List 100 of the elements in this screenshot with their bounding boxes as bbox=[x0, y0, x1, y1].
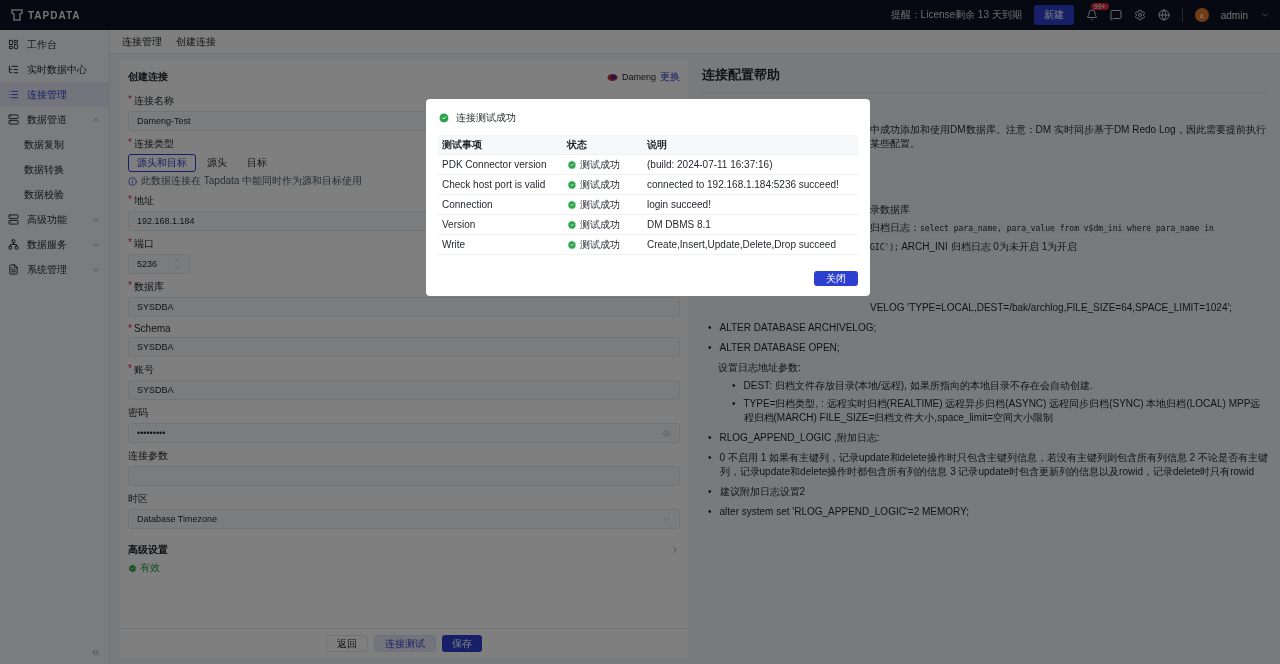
sidebar-item[interactable]: 系统管理 bbox=[0, 257, 109, 282]
server-icon bbox=[8, 214, 19, 225]
close-button[interactable]: 关闭 bbox=[814, 271, 858, 286]
port-field[interactable]: 5236 bbox=[128, 254, 190, 274]
sidebar-item[interactable]: 连接管理 bbox=[0, 82, 109, 107]
dashboard-icon bbox=[8, 39, 19, 50]
sidebar-subitem[interactable]: 数据复制 bbox=[0, 132, 109, 157]
table-cell-text: Connection bbox=[442, 199, 494, 210]
tree-icon bbox=[8, 64, 19, 75]
bullet-marker: • bbox=[708, 321, 712, 335]
required-mark: * bbox=[128, 363, 132, 376]
help-text: 建议附加日志设置2 bbox=[719, 485, 807, 499]
help-text: VELOG 'TYPE=LOCAL,DEST=/bak/archlog,FILE_SIZE=64,SPACE_LIMIT=1024'; bbox=[870, 301, 1234, 315]
breadcrumb-item[interactable]: 连接管理 bbox=[122, 34, 162, 49]
table-cell-text: (build: 2024-07-11 16:37:16) bbox=[647, 159, 774, 170]
column-header: 测试事项 bbox=[442, 137, 483, 152]
field-label: 地址 bbox=[133, 194, 154, 208]
table-cell-text: Write bbox=[442, 239, 467, 250]
eye-icon[interactable] bbox=[662, 428, 671, 438]
success-icon bbox=[438, 112, 450, 124]
help-text: 设置日志地址参数: bbox=[718, 361, 802, 375]
field-label: 时区 bbox=[128, 492, 148, 506]
status-text: 测试成功 bbox=[580, 217, 620, 232]
sidebar-item[interactable]: 实时数据中心 bbox=[0, 57, 109, 82]
check-icon bbox=[567, 239, 577, 250]
globe-icon[interactable] bbox=[1157, 9, 1170, 21]
sidebar-item[interactable]: 高级功能 bbox=[0, 207, 109, 232]
help-text: TYPE=归档类型, : 远程实时归档(REALTIME) 远程异步归档(ASYNC) 远程同步归档(SYNC) 本地归档(LOCAL) MPP远程归档(MARCH) FILE_SIZE=归档文件大小,space_limit=空间大小限制 bbox=[743, 397, 1262, 425]
sidebar-subitem[interactable]: 数据转换 bbox=[0, 157, 109, 182]
sidebar-item[interactable]: 工作台 bbox=[0, 32, 109, 57]
password-field[interactable]: ••••••••• bbox=[128, 423, 680, 443]
status-text: 有效 bbox=[140, 561, 160, 575]
status-text: 测试成功 bbox=[580, 157, 620, 172]
required-mark: * bbox=[128, 323, 132, 334]
table-cell-text: Version bbox=[442, 219, 477, 230]
table-cell-text: login succeed! bbox=[647, 199, 712, 210]
bell-icon[interactable] bbox=[1085, 9, 1098, 21]
required-mark: * bbox=[128, 94, 132, 107]
field-label: 账号 bbox=[133, 363, 154, 377]
table-cell-text: connected to 192.168.1.184:5236 succeed! bbox=[647, 179, 840, 190]
check-icon bbox=[567, 199, 577, 210]
advanced-settings[interactable]: 高级设置 bbox=[128, 543, 670, 557]
timezone-select[interactable]: Database Timezone bbox=[128, 509, 680, 529]
breadcrumb-item[interactable]: 创建连接 bbox=[176, 34, 216, 49]
bullet-marker: • bbox=[708, 431, 712, 445]
new-button[interactable]: 新建 bbox=[1033, 5, 1074, 25]
input-field[interactable]: SYSDBA bbox=[128, 337, 680, 357]
table-cell-text: Check host port is valid bbox=[442, 179, 547, 190]
dameng-logo bbox=[606, 72, 618, 82]
collapse-icon[interactable] bbox=[90, 647, 101, 658]
status-text: 测试成功 bbox=[580, 197, 620, 212]
sidebar-item[interactable]: 数据服务 bbox=[0, 232, 109, 257]
message-icon[interactable] bbox=[1109, 9, 1122, 21]
spinner-icon[interactable] bbox=[174, 257, 181, 271]
input-field[interactable]: SYSDBA bbox=[128, 297, 680, 317]
list-icon bbox=[8, 89, 19, 100]
action-button[interactable]: 保存 bbox=[442, 635, 482, 652]
help-title: 连接配置帮助 bbox=[702, 66, 1268, 93]
help-text: ALTER DATABASE OPEN; bbox=[719, 341, 841, 355]
required-mark: * bbox=[128, 237, 132, 250]
field-label: 连接参数 bbox=[128, 449, 168, 463]
chevron-right-icon[interactable] bbox=[670, 545, 680, 555]
help-text: ALTER DATABASE ARCHIVELOG; bbox=[719, 321, 878, 335]
sidebar-item[interactable]: 数据管道 bbox=[0, 107, 109, 132]
required-mark: * bbox=[128, 194, 132, 207]
help-text: DEST: 归档文件存放目录(本地/远程), 如果所指向的本地目录不存在会自动创建. bbox=[743, 379, 1094, 393]
help-text: GIC'); ARCH_INI 归档日志 0为未开启 1为开启 bbox=[870, 240, 1079, 254]
action-button[interactable]: 连接测试 bbox=[374, 635, 436, 652]
form-title: 创建连接 bbox=[128, 70, 169, 84]
bullet-marker: • bbox=[708, 485, 712, 499]
sidebar-subitem[interactable]: 数据校验 bbox=[0, 182, 109, 207]
check-icon bbox=[567, 159, 577, 170]
help-text: 归档日志：select para_name, para_value from v$dm_ini where para_name in bbox=[870, 221, 1215, 235]
settings-icon[interactable] bbox=[1133, 9, 1146, 21]
action-button[interactable]: 返回 bbox=[326, 635, 368, 652]
help-text: 录数据库 bbox=[870, 203, 911, 217]
required-mark: * bbox=[128, 137, 132, 150]
required-mark: * bbox=[128, 280, 132, 293]
type-hint: 此数据连接在 Tapdata 中能同时作为源和目标使用 bbox=[141, 174, 363, 188]
column-header: 状态 bbox=[567, 137, 588, 152]
network-icon bbox=[8, 239, 19, 250]
input-field[interactable]: SYSDBA bbox=[128, 380, 680, 400]
help-text: RLOG_APPEND_LOGIC ,附加日志: bbox=[719, 431, 881, 445]
type-option[interactable]: 源头和目标 bbox=[128, 154, 196, 172]
table-cell-text: Create,Insert,Update,Delete,Drop succeed bbox=[647, 239, 837, 250]
field-label: 数据库 bbox=[133, 280, 164, 294]
user-name[interactable]: admin bbox=[1220, 9, 1248, 21]
change-link[interactable]: 更换 bbox=[660, 70, 680, 84]
connector-name: Dameng bbox=[621, 72, 656, 82]
field-label: 连接名称 bbox=[133, 94, 174, 108]
table-cell-text: PDK Connector version bbox=[442, 159, 548, 170]
chevron-down-icon[interactable] bbox=[1260, 10, 1270, 20]
field-label: 密码 bbox=[128, 406, 148, 420]
tapdata-logo: TAPDATA bbox=[10, 8, 81, 22]
column-header: 说明 bbox=[647, 137, 668, 152]
field-label: Schema bbox=[133, 323, 171, 334]
server-icon bbox=[8, 114, 19, 125]
bullet-marker: • bbox=[708, 451, 712, 465]
bullet-marker: • bbox=[708, 505, 712, 519]
document-icon bbox=[8, 264, 19, 275]
